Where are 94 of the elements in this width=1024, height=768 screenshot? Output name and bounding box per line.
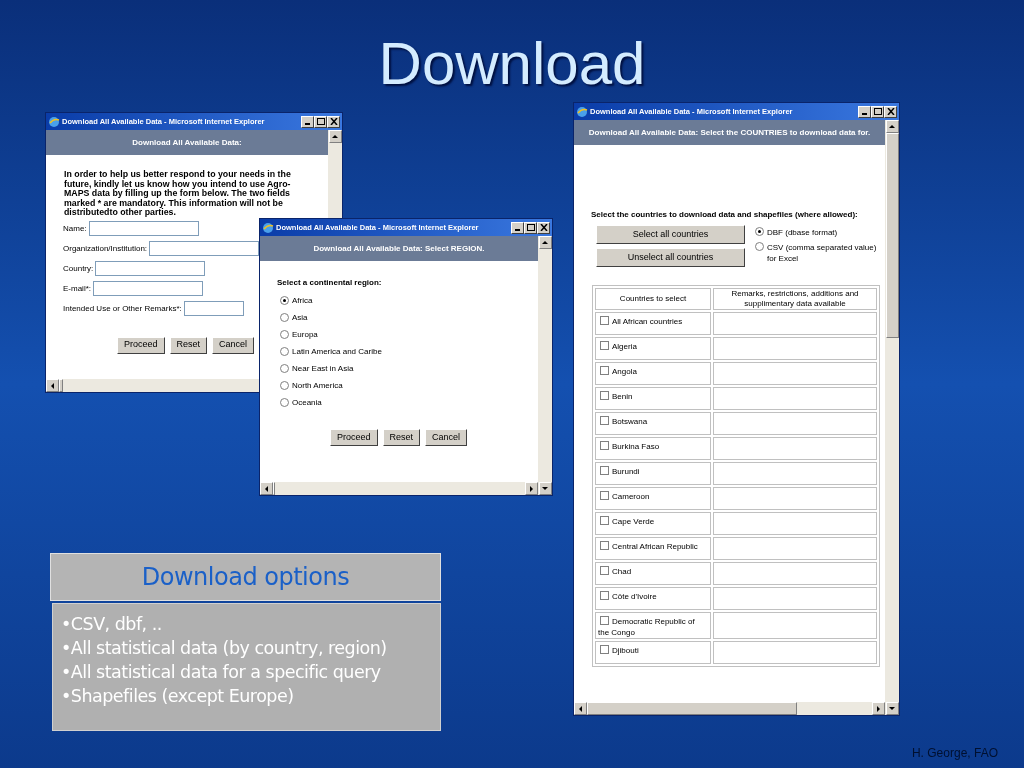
prompt-text: Select the countries to download data and shapefiles (where allowed): [591,210,859,220]
arrow-right-icon [874,704,883,713]
field-label: Country: [63,262,94,275]
scroll-thumb[interactable] [587,702,797,715]
form-button[interactable]: Select all countries [596,225,745,244]
scroll-thumb[interactable] [273,482,275,495]
input-field[interactable] [93,281,203,296]
page-header: Download All Available Data: Select REGION. [313,243,485,254]
close-icon [539,224,548,231]
minimize-button[interactable] [511,221,524,234]
input-field[interactable] [95,261,206,276]
browser-logo-icon [262,221,274,234]
arrow-up-icon [888,122,896,131]
maximize-icon [873,108,882,115]
horizontal-scrollbar[interactable] [574,702,885,715]
scroll-arrow-button[interactable] [885,120,899,133]
radio-button[interactable] [280,347,289,356]
maximize-button[interactable] [871,105,884,118]
radio-label: Africa [292,294,313,307]
form-button[interactable]: Cancel [425,429,468,446]
close-icon [329,118,338,125]
close-button[interactable] [327,115,340,128]
option-item: •All statistical data for a specific query [61,661,382,684]
maximize-icon [526,224,535,231]
column-header: Remarks, restrictions, additions and supplimentary data available [713,288,877,310]
close-button[interactable] [537,221,550,234]
scroll-thumb[interactable] [59,379,63,392]
arrow-up-icon [331,132,339,141]
scroll-arrow-button[interactable] [538,236,552,249]
maximize-button[interactable] [524,221,537,234]
input-field[interactable] [88,221,199,236]
radio-label: DBF (dbase format) [767,227,839,238]
field-label: Intended Use or Other Remarks*: [63,302,182,315]
option-item: •Shapefiles (except Europe) [61,685,295,708]
minimize-button[interactable] [301,115,314,128]
radio-label: Near East in Asia [292,362,354,375]
options-heading: Download options [141,562,350,593]
scroll-arrow-button[interactable] [574,702,587,715]
radio-label: Asia [292,311,308,324]
slide-footer: H. George, FAO [911,744,998,762]
input-field[interactable] [183,301,244,316]
option-item: •CSV, dbf, .. [61,613,163,636]
browser-logo-icon [48,115,60,128]
arrow-up-icon [541,238,549,247]
radio-button[interactable] [280,313,289,322]
form-button[interactable]: Unselect all countries [596,248,745,267]
radio-label: Europa [292,328,318,341]
radio-button[interactable] [280,398,289,407]
radio-label: CSV (comma separated value) for Excel [767,242,878,264]
radio-button[interactable] [755,242,764,251]
scroll-arrow-button[interactable] [885,702,899,715]
radio-label: Oceania [292,396,322,409]
radio-button[interactable] [280,381,289,390]
form-button[interactable]: Proceed [330,429,378,446]
scroll-thumb[interactable] [885,133,899,338]
input-field[interactable] [149,241,260,256]
maximize-button[interactable] [314,115,327,128]
radio-button[interactable] [755,227,764,236]
radio-label: Latin America and Caribe [292,345,382,358]
form-button[interactable]: Reset [382,429,421,446]
close-icon [886,108,895,115]
radio-button[interactable] [280,296,289,305]
form-button[interactable]: Reset [169,336,208,354]
prompt-text: Select a continental region: [277,277,383,289]
radio-label: North America [292,379,343,392]
scroll-arrow-button[interactable] [538,482,552,495]
field-label: Organization/Institution: [63,242,148,255]
vertical-scrollbar[interactable] [538,236,552,495]
page-header: Download All Available Data: Select the COUNTRIES to download data for. [588,127,871,138]
option-item: •All statistical data (by country, region) [61,637,388,660]
scroll-arrow-button[interactable] [260,482,273,495]
minimize-button[interactable] [858,105,871,118]
scroll-arrow-button[interactable] [872,702,885,715]
scroll-arrow-button[interactable] [46,379,59,392]
browser-logo-icon [576,105,588,118]
radio-button[interactable] [280,364,289,373]
arrow-down-icon [888,704,896,713]
field-label: E-mail*: [63,282,91,295]
arrow-right-icon [527,484,536,493]
form-button[interactable]: Cancel [212,336,255,354]
vertical-scrollbar[interactable] [885,120,899,715]
field-label: Name: [63,222,87,235]
slide-title: Download [378,29,646,99]
close-button[interactable] [884,105,897,118]
horizontal-scrollbar[interactable] [260,482,538,495]
scroll-arrow-button[interactable] [525,482,538,495]
intro-paragraph: In order to help us better respond to your needs in the future, kindly let us know how you intend to use Agro-MAPS data by filling up the form below. The two fields marked * are mandatory. This information will not be distributedto other parties. [64,170,292,218]
maximize-icon [316,118,325,125]
page-header: Download All Available Data: [132,137,242,148]
column-header: Countries to select [595,288,711,310]
form-button[interactable]: Proceed [117,336,165,354]
arrow-down-icon [541,484,549,493]
radio-button[interactable] [280,330,289,339]
scroll-arrow-button[interactable] [328,130,342,143]
